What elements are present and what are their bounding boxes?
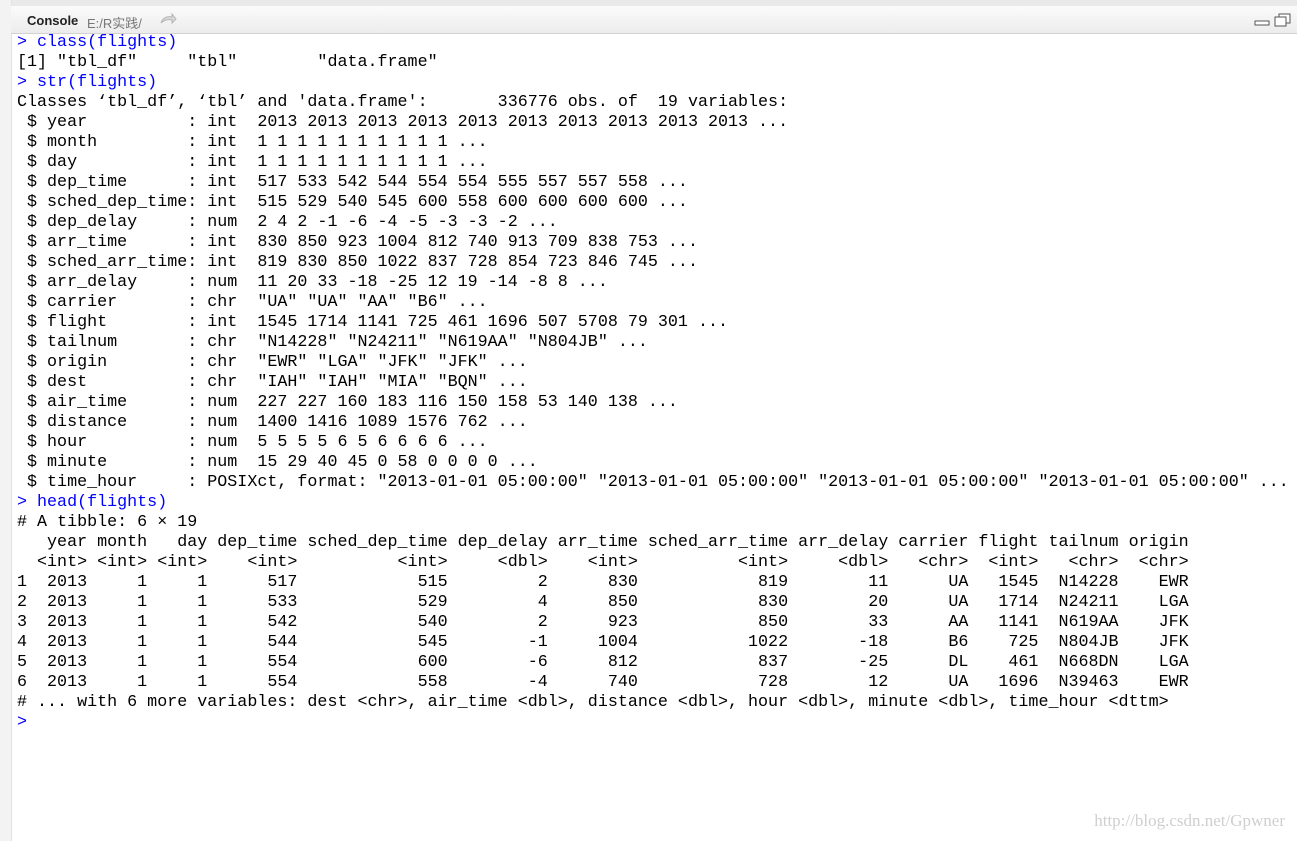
console-output-line: year month day dep_time sched_dep_time d… xyxy=(17,533,1189,552)
console-output-line: $ flight : int 1545 1714 1141 725 461 16… xyxy=(17,313,729,332)
console-output-line: Classes ‘tbl_df’, ‘tbl’ and 'data.frame'… xyxy=(17,93,789,112)
left-gutter xyxy=(0,0,12,841)
console-output-line: $ minute : num 15 29 40 45 0 58 0 0 0 0 … xyxy=(17,453,538,472)
console-output-line: $ tailnum : chr "N14228" "N24211" "N619A… xyxy=(17,333,648,352)
console-output-line: $ sched_dep_time: int 515 529 540 545 60… xyxy=(17,193,688,212)
console-output[interactable]: > class(flights) [1] "tbl_df" "tbl" "dat… xyxy=(17,33,1297,841)
console-output-line: 6 2013 1 1 554 558 -4 740 728 12 UA 1696… xyxy=(17,673,1189,692)
console-text: > class(flights) [1] "tbl_df" "tbl" "dat… xyxy=(17,33,1297,733)
console-output-line: $ time_hour : POSIXct, format: "2013-01-… xyxy=(17,473,1289,492)
console-command-line: > xyxy=(17,713,28,732)
console-output-line: $ distance : num 1400 1416 1089 1576 762… xyxy=(17,413,528,432)
console-output-line: 4 2013 1 1 544 545 -1 1004 1022 -18 B6 7… xyxy=(17,633,1189,652)
working-directory-path: E:/R实践/ xyxy=(87,16,142,31)
console-output-line: $ dep_time : int 517 533 542 544 554 554… xyxy=(17,173,688,192)
console-output-line: $ origin : chr "EWR" "LGA" "JFK" "JFK" .… xyxy=(17,353,528,372)
console-toolbar: Console E:/R实践/ xyxy=(11,6,1297,34)
console-tab-title[interactable]: Console xyxy=(27,13,78,28)
console-output-line: $ arr_time : int 830 850 923 1004 812 74… xyxy=(17,233,698,252)
console-output-line: # ... with 6 more variables: dest <chr>,… xyxy=(17,693,1169,712)
console-output-line: $ dest : chr "IAH" "IAH" "MIA" "BQN" ... xyxy=(17,373,528,392)
console-output-line: $ air_time : num 227 227 160 183 116 150… xyxy=(17,393,678,412)
console-output-line: 1 2013 1 1 517 515 2 830 819 11 UA 1545 … xyxy=(17,573,1189,592)
console-output-line: # A tibble: 6 × 19 xyxy=(17,513,198,532)
console-output-line: [1] "tbl_df" "tbl" "data.frame" xyxy=(17,53,438,72)
console-output-line: <int> <int> <int> <int> <int> <dbl> <int… xyxy=(17,553,1189,572)
go-to-directory-icon[interactable] xyxy=(159,11,177,32)
console-output-line: $ sched_arr_time: int 819 830 850 1022 8… xyxy=(17,253,698,272)
console-output-line: $ carrier : chr "UA" "UA" "AA" "B6" ... xyxy=(17,293,488,312)
console-command-line: > class(flights) xyxy=(17,33,178,52)
minimize-pane-icon[interactable] xyxy=(1254,13,1270,32)
maximize-pane-icon[interactable] xyxy=(1274,13,1292,33)
console-output-line: $ arr_delay : num 11 20 33 -18 -25 12 19… xyxy=(17,273,608,292)
watermark: http://blog.csdn.net/Gpwner xyxy=(1094,811,1285,830)
console-command-line: > str(flights) xyxy=(17,73,158,92)
console-output-line: $ hour : num 5 5 5 5 6 5 6 6 6 6 ... xyxy=(17,433,488,452)
console-output-line: 2 2013 1 1 533 529 4 850 830 20 UA 1714 … xyxy=(17,593,1189,612)
console-output-line: $ day : int 1 1 1 1 1 1 1 1 1 1 ... xyxy=(17,153,488,172)
console-output-line: 3 2013 1 1 542 540 2 923 850 33 AA 1141 … xyxy=(17,613,1189,632)
console-command-line: > head(flights) xyxy=(17,493,168,512)
console-output-line: $ month : int 1 1 1 1 1 1 1 1 1 1 ... xyxy=(17,133,488,152)
console-output-line: 5 2013 1 1 554 600 -6 812 837 -25 DL 461… xyxy=(17,653,1189,672)
console-output-line: $ dep_delay : num 2 4 2 -1 -6 -4 -5 -3 -… xyxy=(17,213,558,232)
console-output-line: $ year : int 2013 2013 2013 2013 2013 20… xyxy=(17,113,789,132)
